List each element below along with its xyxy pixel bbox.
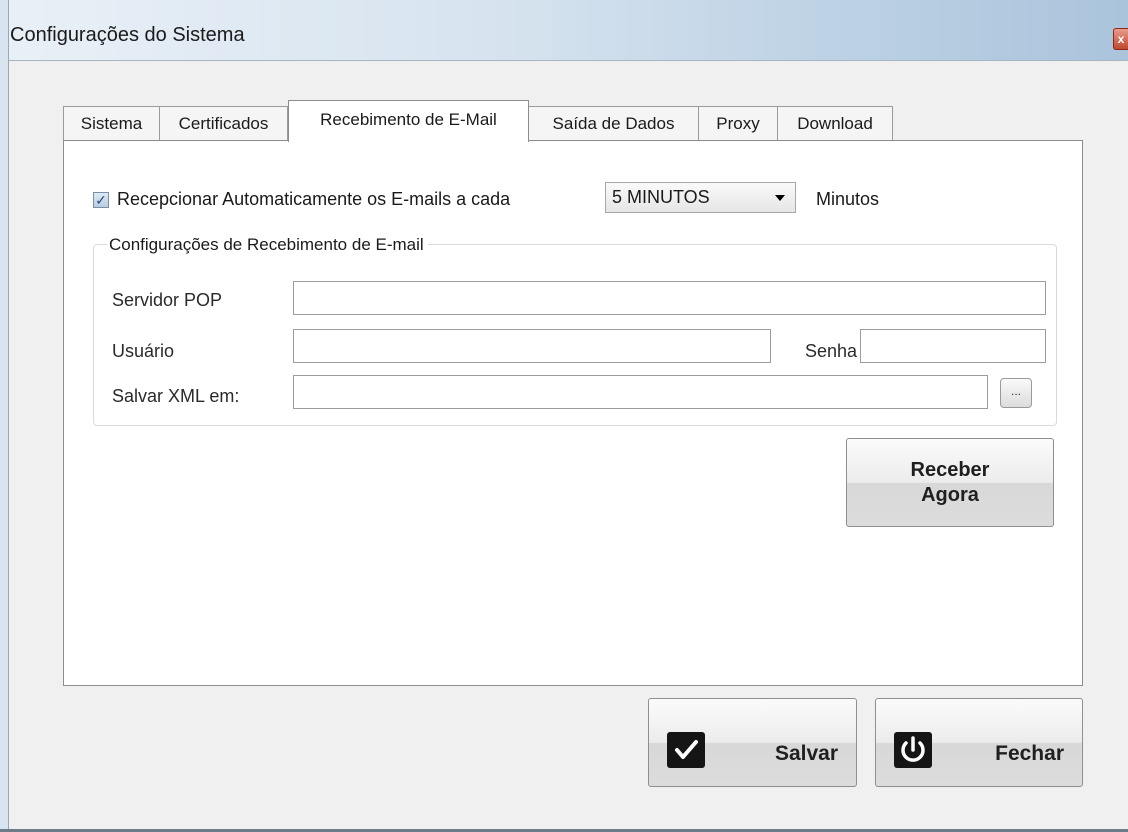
- receive-now-button[interactable]: Receber Agora: [846, 438, 1054, 527]
- xml-path-label: Salvar XML em:: [112, 386, 240, 406]
- interval-unit-label: Minutos: [816, 189, 880, 209]
- title-bar: Configurações do Sistema x: [0, 0, 1128, 61]
- browse-folder-button[interactable]: ...: [1000, 378, 1032, 408]
- auto-receive-checkbox[interactable]: ✓: [93, 192, 109, 208]
- pop-server-input[interactable]: [293, 281, 1046, 315]
- window-left-border: [0, 0, 9, 832]
- group-legend: Configurações de Recebimento de E-mail: [107, 235, 428, 255]
- close-button[interactable]: Fechar: [875, 698, 1083, 787]
- power-icon: [894, 732, 932, 768]
- interval-select-value: 5 MINUTOS: [612, 187, 710, 207]
- auto-receive-label: Recepcionar Automaticamente os E-mails a…: [117, 189, 511, 209]
- tab-download[interactable]: Download: [777, 106, 893, 140]
- receive-now-label-line1: Receber: [910, 459, 990, 481]
- close-label: Fechar: [995, 742, 1064, 765]
- tab-proxy[interactable]: Proxy: [698, 106, 778, 140]
- save-label: Salvar: [774, 742, 838, 765]
- password-input[interactable]: [860, 329, 1046, 363]
- user-input[interactable]: [293, 329, 771, 363]
- chevron-down-icon: [775, 195, 785, 201]
- receive-now-label-line2: Agora: [921, 484, 979, 506]
- interval-select[interactable]: 5 MINUTOS: [605, 182, 796, 213]
- window-title: Configurações do Sistema: [10, 24, 245, 46]
- save-button[interactable]: Salvar: [648, 698, 857, 787]
- window-close-button[interactable]: x: [1113, 28, 1128, 50]
- password-label: Senha: [805, 341, 858, 361]
- pop-server-label: Servidor POP: [112, 290, 223, 310]
- tab-sistema[interactable]: Sistema: [63, 106, 160, 140]
- tab-saida-de-dados[interactable]: Saída de Dados: [528, 106, 699, 140]
- xml-path-input[interactable]: [293, 375, 988, 409]
- user-label: Usuário: [112, 341, 175, 361]
- checkmark-icon: [667, 732, 705, 768]
- tab-certificados[interactable]: Certificados: [159, 106, 288, 140]
- tab-recebimento-email[interactable]: Recebimento de E-Mail: [288, 100, 529, 142]
